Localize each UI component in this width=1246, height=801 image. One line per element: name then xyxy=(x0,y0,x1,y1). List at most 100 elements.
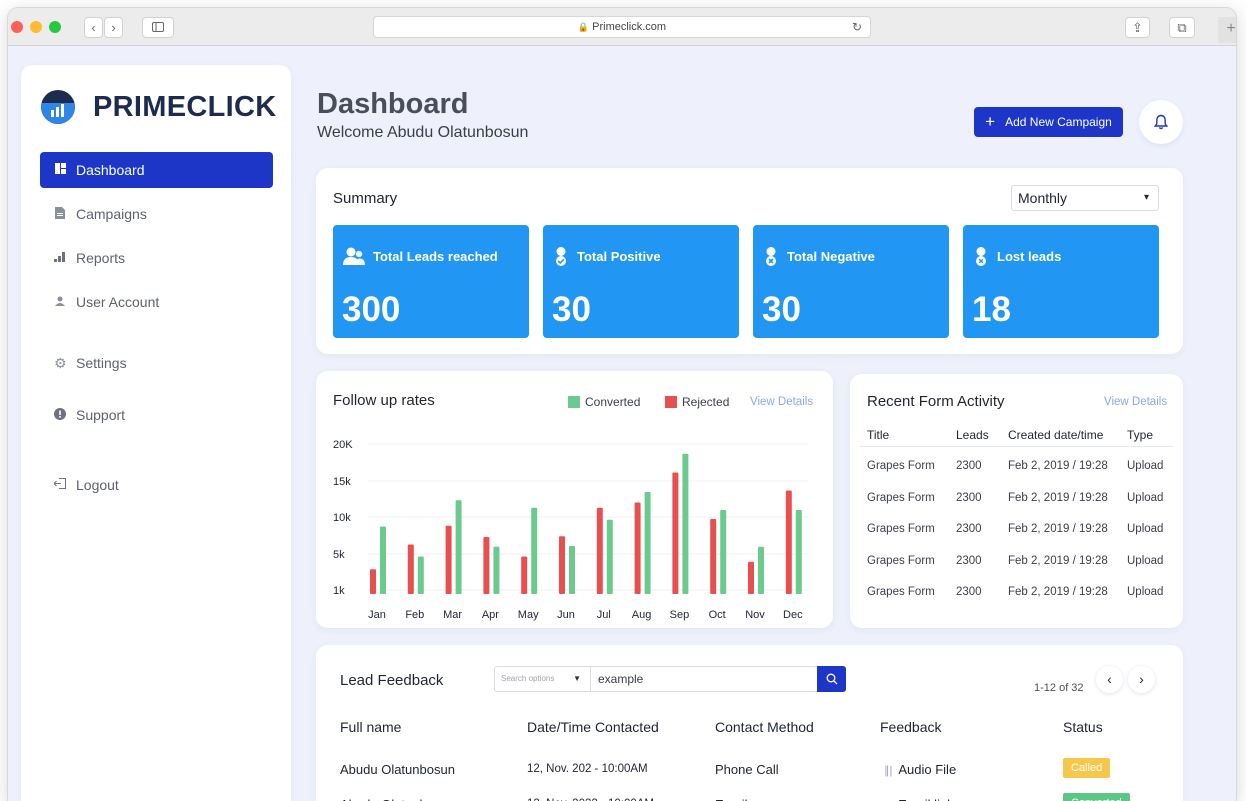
stat-card-total-negative[interactable]: Total Negative 30 xyxy=(753,225,949,338)
share-icon[interactable]: ⇪ xyxy=(1125,17,1150,38)
converted-bar[interactable] xyxy=(720,510,727,594)
recent-title: Recent Form Activity xyxy=(867,393,1005,410)
column-header: Feedback xyxy=(880,719,942,735)
stat-card-lost-leads[interactable]: Lost leads 18 xyxy=(963,225,1159,338)
next-page-button[interactable]: › xyxy=(1128,666,1155,693)
lead-method-cell: Phone Call xyxy=(715,762,779,777)
table-cell: 2300 xyxy=(956,523,982,535)
user-check-icon xyxy=(556,247,566,266)
period-value: Monthly xyxy=(1018,190,1068,206)
caret-down-icon: ▼ xyxy=(573,674,581,683)
x-tick-label: Apr xyxy=(482,609,499,621)
converted-bar[interactable] xyxy=(493,546,500,594)
sidebar-toggle-icon[interactable] xyxy=(142,17,174,38)
converted-bar[interactable] xyxy=(758,546,764,594)
table-cell: Feb 2, 2019 / 19:28 xyxy=(1008,523,1108,535)
lead-date-cell: 12, Nov. 202 - 10:00AM xyxy=(527,763,648,775)
plus-icon: + xyxy=(985,112,996,131)
converted-bar[interactable] xyxy=(606,519,613,594)
brand-name: PRIMECLICK xyxy=(93,90,277,123)
converted-bar[interactable] xyxy=(455,500,462,594)
recent-view-details-link[interactable]: View Details xyxy=(1104,396,1167,408)
table-cell: Grapes Form xyxy=(867,491,935,504)
stat-card-total-leads[interactable]: Total Leads reached 300 xyxy=(333,225,529,338)
logout-icon xyxy=(53,478,66,492)
url-text: Primeclick.com xyxy=(592,21,667,33)
converted-bar[interactable] xyxy=(682,453,689,594)
table-cell: Feb 2, 2019 / 19:28 xyxy=(1008,554,1108,567)
column-header: Created date/time xyxy=(1008,428,1104,442)
table-cell: Feb 2, 2019 / 19:28 xyxy=(1008,460,1108,472)
rejected-bar[interactable] xyxy=(559,536,565,594)
feedback-label: Email link xyxy=(898,797,954,801)
converted-bar[interactable] xyxy=(569,546,575,594)
rejected-bar[interactable] xyxy=(710,519,717,594)
prev-page-button[interactable]: ‹ xyxy=(1096,666,1123,693)
search-input[interactable]: example xyxy=(591,667,817,691)
page-title: Dashboard xyxy=(317,88,469,120)
back-button[interactable]: ‹ xyxy=(84,17,103,38)
add-campaign-label: Add New Campaign xyxy=(1005,115,1112,129)
summary-title: Summary xyxy=(333,190,398,207)
lead-search: Search options ▼ example xyxy=(494,666,846,692)
sidebar-item-user-account[interactable]: User Account xyxy=(40,284,273,320)
reports-icon xyxy=(54,251,66,265)
rejected-bar[interactable] xyxy=(407,544,414,595)
x-tick-label: Aug xyxy=(632,609,652,621)
reload-icon[interactable]: ↻ xyxy=(852,17,862,37)
search-button[interactable] xyxy=(817,666,846,692)
rejected-bar[interactable] xyxy=(445,525,452,594)
minimize-window-button[interactable] xyxy=(30,21,42,33)
rejected-bar[interactable] xyxy=(483,537,490,594)
sidebar-item-logout[interactable]: Logout xyxy=(40,467,273,503)
x-tick-label: Sep xyxy=(670,609,690,621)
user-icon xyxy=(54,295,66,309)
forward-button[interactable]: › xyxy=(104,17,123,38)
tabs-overview-icon[interactable]: ⧉ xyxy=(1169,17,1195,38)
rejected-bar[interactable] xyxy=(521,556,528,595)
converted-bar[interactable] xyxy=(644,492,651,594)
period-select[interactable]: Monthly ▾ xyxy=(1011,185,1159,211)
stat-card-total-positive[interactable]: Total Positive 30 xyxy=(543,225,739,338)
y-tick-label: 15k xyxy=(333,476,351,488)
converted-bar[interactable] xyxy=(531,507,538,594)
close-window-button[interactable] xyxy=(11,21,23,33)
lead-feedback-cell[interactable]: ⚲Email link xyxy=(884,797,954,801)
sidebar-item-support[interactable]: Support xyxy=(40,397,273,433)
rejected-bar[interactable] xyxy=(785,490,792,595)
maximize-window-button[interactable] xyxy=(49,21,61,33)
rejected-bar[interactable] xyxy=(370,569,376,594)
rejected-bar[interactable] xyxy=(748,561,754,594)
sidebar-item-campaigns[interactable]: Campaigns xyxy=(40,196,273,232)
stat-label: Total Positive xyxy=(577,249,661,264)
table-cell: Grapes Form xyxy=(867,523,935,535)
feedback-label: Audio File xyxy=(898,762,957,777)
search-options-select[interactable]: Search options ▼ xyxy=(495,667,591,691)
welcome-message: Welcome Abudu Olatunbosun xyxy=(317,124,529,141)
rejected-bar[interactable] xyxy=(596,507,603,594)
lead-feedback-card: Lead Feedback Search options ▼ example 1… xyxy=(316,645,1183,801)
address-bar[interactable]: 🔒 Primeclick.com ↻ xyxy=(373,16,871,38)
brand-logo[interactable]: PRIMECLICK xyxy=(41,87,276,127)
follow-up-chart-card: Follow up rates Converted Rejected View … xyxy=(316,371,833,628)
sidebar-item-reports[interactable]: Reports xyxy=(40,240,273,276)
table-cell: Upload xyxy=(1127,554,1164,567)
converted-bar[interactable] xyxy=(380,526,386,595)
sidebar-item-label: Dashboard xyxy=(76,162,145,178)
status-badge: Converted xyxy=(1063,793,1130,801)
lead-feedback-cell[interactable]: ∥| Audio File xyxy=(884,762,956,777)
bell-icon xyxy=(1154,114,1168,130)
search-options-placeholder: Search options xyxy=(501,674,555,683)
sidebar-item-dashboard[interactable]: Dashboard xyxy=(40,152,273,188)
notifications-button[interactable] xyxy=(1139,100,1183,144)
support-icon xyxy=(54,407,66,423)
rejected-bar[interactable] xyxy=(672,472,679,595)
column-header: Type xyxy=(1127,428,1154,442)
converted-bar[interactable] xyxy=(795,510,802,594)
add-campaign-button[interactable]: + Add New Campaign xyxy=(974,107,1123,137)
converted-bar[interactable] xyxy=(417,556,424,595)
rejected-bar[interactable] xyxy=(634,502,641,595)
sidebar-item-settings[interactable]: ⚙ Settings xyxy=(40,345,273,381)
new-tab-button[interactable]: + xyxy=(1218,17,1236,43)
summary-card: Summary Monthly ▾ Total Leads reached 30… xyxy=(316,168,1183,354)
